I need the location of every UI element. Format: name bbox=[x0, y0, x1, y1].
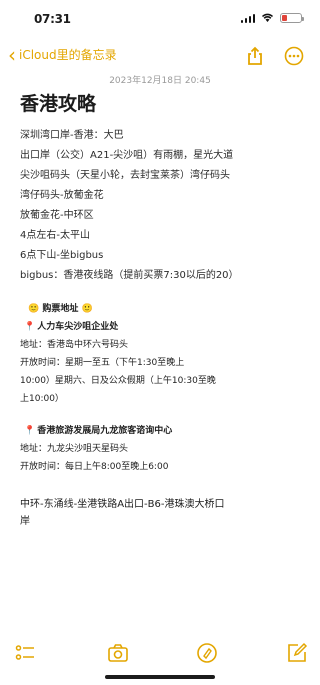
note-line: bigbus：香港夜线路（提前买票7:30以后的20） bbox=[20, 270, 239, 281]
note-line: 出口岸（公交）A21-尖沙咀）有雨棚，星光大道 bbox=[20, 150, 234, 161]
pin-icon: 📍 bbox=[24, 322, 36, 332]
compose-icon[interactable] bbox=[286, 642, 308, 664]
markup-icon[interactable] bbox=[196, 642, 218, 664]
more-circle-icon[interactable] bbox=[284, 46, 304, 66]
block-heading: 🙂 购票地址 🙂 bbox=[28, 304, 93, 314]
back-label: iCloud里的备忘录 bbox=[19, 48, 117, 62]
checklist-icon[interactable] bbox=[14, 642, 36, 664]
note-body[interactable]: 香港攻略 深圳湾口岸-香港：大巴 出口岸（公交）A21-尖沙咀）有雨棚，星光大道… bbox=[20, 92, 310, 530]
wifi-icon bbox=[261, 13, 274, 22]
hours-line: 上10:00） bbox=[20, 394, 64, 404]
hours-line: 开放时间：星期一至五（下午1:30至晚上 bbox=[20, 358, 185, 368]
back-button[interactable]: ‹ iCloud里的备忘录 bbox=[8, 42, 117, 67]
battery-icon bbox=[280, 13, 304, 23]
note-line: 中环-东涌线-坐港铁路A出口-B6-港珠澳大桥口 bbox=[20, 499, 225, 510]
location-name: 📍 香港旅游发展局九龙旅客谘询中心 bbox=[24, 426, 173, 436]
note-line: 4点左右-太平山 bbox=[20, 230, 90, 241]
camera-icon[interactable] bbox=[107, 642, 129, 664]
note-title: 香港攻略 bbox=[20, 93, 97, 115]
note-line: 深圳湾口岸-香港：大巴 bbox=[20, 130, 124, 141]
nav-bar: ‹ iCloud里的备忘录 bbox=[0, 40, 320, 72]
status-icons bbox=[240, 13, 304, 23]
cellular-signal-icon bbox=[240, 13, 255, 23]
hours-line: 开放时间：每日上午8:00至晚上6:00 bbox=[20, 462, 169, 472]
note-date: 2023年12月18日 20:45 bbox=[109, 76, 211, 86]
ticket-address-block: 🙂 购票地址 🙂 📍 人力车尖沙咀企业处 地址：香港岛中环六号码头 开放时间：星期… bbox=[20, 300, 310, 408]
note-line: 岸 bbox=[20, 516, 30, 527]
bottom-toolbar bbox=[0, 638, 320, 668]
note-line: 6点下山-坐bigbus bbox=[20, 250, 104, 261]
visitor-center-block: 📍 香港旅游发展局九龙旅客谘询中心 地址：九龙尖沙咀天星码头 开放时间：每日上午8… bbox=[20, 422, 310, 476]
location-name: 📍 人力车尖沙咀企业处 bbox=[24, 322, 119, 332]
address-line: 地址：香港岛中环六号码头 bbox=[20, 340, 129, 350]
status-time: 07:31 bbox=[34, 12, 71, 26]
pin-icon: 📍 bbox=[24, 426, 36, 436]
chevron-left-icon: ‹ bbox=[8, 42, 16, 67]
share-icon[interactable] bbox=[245, 46, 265, 66]
address-line: 地址：九龙尖沙咀天星码头 bbox=[20, 444, 129, 454]
note-line: 放葡金花-中环区 bbox=[20, 210, 94, 221]
status-bar: 07:31 bbox=[0, 0, 320, 36]
note-line: 尖沙咀码头（天星小轮，去封宝莱茶）湾仔码头 bbox=[20, 170, 230, 181]
note-line: 湾仔码头-放葡金花 bbox=[20, 190, 104, 201]
home-indicator[interactable] bbox=[105, 675, 215, 679]
hours-line: 10:00）星期六、日及公众假期（上午10:30至晚 bbox=[20, 376, 216, 386]
